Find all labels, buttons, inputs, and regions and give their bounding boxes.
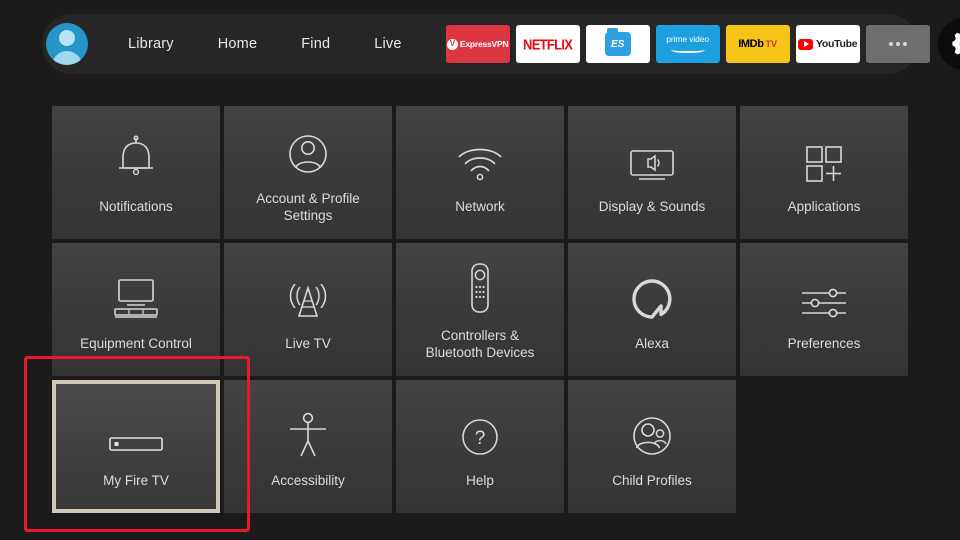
tile-label: Help: [466, 473, 494, 489]
tile-display-sounds[interactable]: Display & Sounds: [568, 106, 736, 239]
tile-preferences[interactable]: Preferences: [740, 243, 908, 376]
settings-grid: Notifications Account & Profile Settings: [52, 106, 908, 513]
tile-applications[interactable]: Applications: [740, 106, 908, 239]
avatar-icon: [46, 23, 88, 65]
app-prime-video[interactable]: prime video: [655, 25, 720, 63]
person-icon: [285, 121, 331, 177]
es-folder-icon: ES: [604, 28, 631, 56]
tile-label: Account & Profile Settings: [256, 190, 360, 223]
top-navigation-bar: Library Home Find Live V ExpressVPN NETF…: [42, 14, 960, 74]
ellipsis-icon: [888, 42, 907, 46]
equipment-icon: [109, 266, 163, 322]
profile-avatar[interactable]: [46, 16, 88, 72]
firetv-stick-icon: [106, 403, 166, 459]
tile-label: Network: [455, 199, 505, 215]
tile-equipment-control[interactable]: Equipment Control: [52, 243, 220, 376]
nav-links: Library Home Find Live: [106, 30, 424, 58]
tile-controllers-bluetooth[interactable]: Controllers & Bluetooth Devices: [396, 243, 564, 376]
tile-alexa[interactable]: Alexa: [568, 243, 736, 376]
app-es-label: ES: [610, 38, 625, 50]
app-netflix[interactable]: NETFLIX: [515, 25, 580, 63]
tile-label: Notifications: [99, 199, 173, 215]
nav-item-live[interactable]: Live: [364, 30, 411, 58]
app-youtube-label: YouTube: [816, 38, 858, 50]
tile-label: Accessibility: [271, 473, 345, 489]
app-netflix-label: NETFLIX: [523, 35, 573, 53]
remote-icon: [467, 258, 493, 314]
app-imdb-label: IMDb: [738, 38, 764, 50]
question-icon: ?: [458, 403, 502, 459]
svg-text:?: ?: [475, 428, 486, 449]
antenna-icon: [284, 266, 332, 322]
app-youtube[interactable]: YouTube: [795, 25, 860, 63]
tile-notifications[interactable]: Notifications: [52, 106, 220, 239]
tile-account-profile-settings[interactable]: Account & Profile Settings: [224, 106, 392, 239]
gear-icon: [952, 32, 960, 55]
bell-icon: [114, 129, 158, 185]
wifi-icon: [455, 129, 505, 185]
display-icon: [625, 129, 679, 185]
app-imdb-tv[interactable]: IMDb TV: [725, 25, 790, 63]
tile-label: Controllers & Bluetooth Devices: [425, 327, 535, 360]
app-more-button[interactable]: [865, 25, 930, 63]
app-prime-video-label: prime video: [666, 34, 710, 45]
app-expressvpn[interactable]: V ExpressVPN: [445, 25, 510, 63]
app-imdb-tv-suffix: TV: [765, 39, 778, 49]
nav-item-find[interactable]: Find: [291, 30, 340, 58]
tile-my-fire-tv[interactable]: My Fire TV: [52, 380, 220, 513]
fire-tv-settings-screen: Library Home Find Live V ExpressVPN NETF…: [0, 0, 960, 540]
tile-label: Display & Sounds: [598, 199, 706, 215]
accessibility-icon: [286, 403, 330, 459]
tile-accessibility[interactable]: Accessibility: [224, 380, 392, 513]
tile-network[interactable]: Network: [396, 106, 564, 239]
tile-label: Live TV: [285, 336, 331, 352]
tile-label: Applications: [787, 199, 861, 215]
tile-label: Alexa: [635, 336, 669, 352]
tile-help[interactable]: ? Help: [396, 380, 564, 513]
nav-item-home[interactable]: Home: [208, 30, 267, 58]
child-profiles-icon: [629, 403, 675, 459]
settings-button[interactable]: [937, 18, 960, 70]
amazon-smile-icon: [670, 45, 705, 53]
app-es-file-explorer[interactable]: ES: [585, 25, 650, 63]
tile-label: Equipment Control: [80, 336, 192, 352]
avatar-body: [52, 51, 82, 65]
tile-empty-slot: [740, 380, 908, 513]
sliders-icon: [798, 266, 850, 322]
alexa-icon: [629, 266, 675, 322]
nav-item-library[interactable]: Library: [118, 30, 184, 58]
app-shortcuts: V ExpressVPN NETFLIX ES prime video IMDb…: [445, 25, 930, 63]
tile-live-tv[interactable]: Live TV: [224, 243, 392, 376]
tile-label: Child Profiles: [612, 473, 692, 489]
app-expressvpn-label: ExpressVPN: [459, 39, 509, 49]
tile-child-profiles[interactable]: Child Profiles: [568, 380, 736, 513]
apps-icon: [801, 129, 847, 185]
tile-label: My Fire TV: [103, 473, 169, 489]
tile-label: Preferences: [787, 336, 861, 352]
avatar-head: [59, 30, 75, 46]
youtube-play-icon: [798, 38, 813, 50]
expressvpn-logo-icon: V: [446, 38, 458, 50]
